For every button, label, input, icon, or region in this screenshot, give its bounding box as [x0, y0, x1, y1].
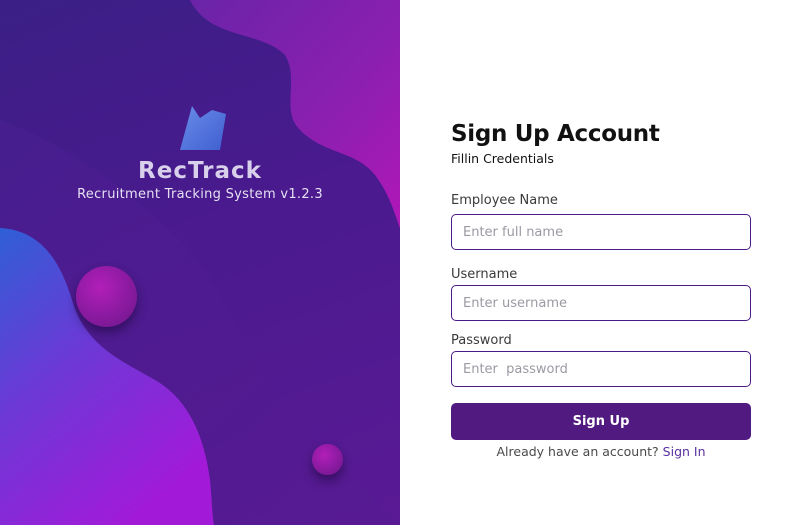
bookmark-flag-icon [180, 106, 226, 150]
app-subtitle: Recruitment Tracking System v1.2.3 [77, 187, 323, 202]
decorative-sphere-small [312, 444, 343, 475]
username-input[interactable] [451, 285, 751, 321]
decorative-sphere-large [76, 266, 137, 327]
signup-form-panel: Sign Up Account Fillin Credentials Emplo… [400, 0, 800, 525]
signup-screen: RecTrack Recruitment Tracking System v1.… [0, 0, 800, 525]
signin-prompt-line: Already have an account? Sign In [451, 444, 751, 459]
background-waves [0, 0, 400, 525]
app-title: RecTrack [138, 158, 262, 184]
form-title: Sign Up Account [451, 121, 660, 147]
sign-in-link[interactable]: Sign In [663, 444, 706, 459]
brand-panel: RecTrack Recruitment Tracking System v1.… [0, 0, 400, 525]
password-input[interactable] [451, 351, 751, 387]
employee-name-input[interactable] [451, 214, 751, 250]
password-label: Password [451, 333, 512, 348]
employee-name-label: Employee Name [451, 193, 558, 208]
username-label: Username [451, 267, 518, 282]
logo-shape [180, 106, 226, 150]
signin-prompt-text: Already have an account? [496, 444, 659, 459]
sign-up-button[interactable]: Sign Up [451, 403, 751, 440]
form-subtitle: Fillin Credentials [451, 151, 554, 166]
